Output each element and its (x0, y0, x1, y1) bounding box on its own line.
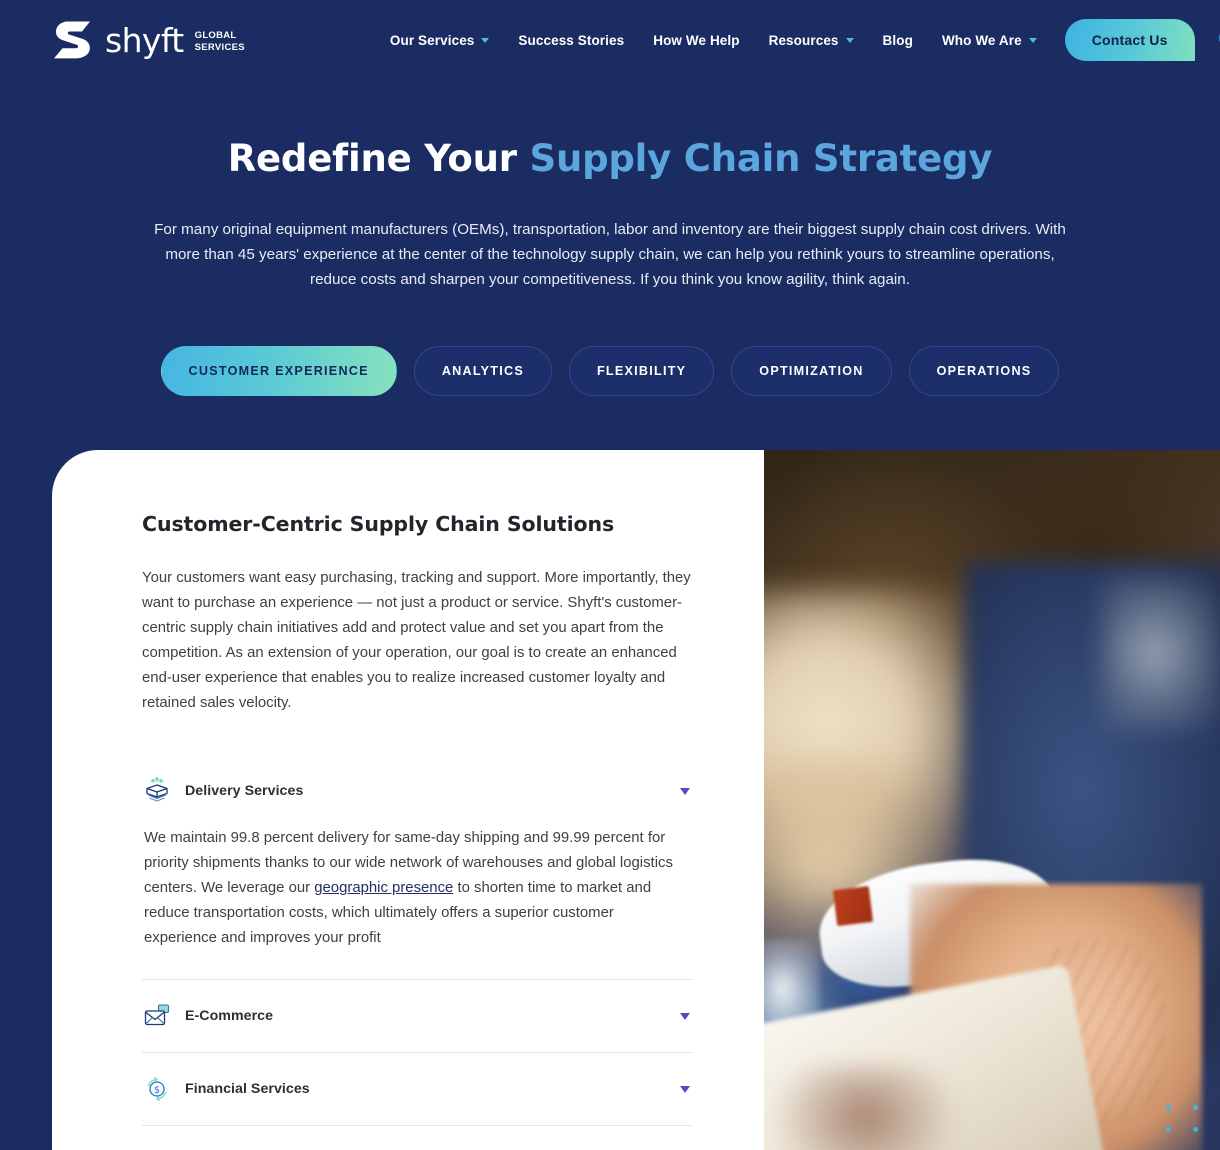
page-title-plain: Redefine Your (227, 137, 530, 180)
logo-wordmark: shyft (105, 20, 184, 60)
dot (1166, 1127, 1171, 1132)
contact-us-button[interactable]: Contact Us (1064, 19, 1195, 61)
content-panel: Customer-Centric Supply Chain Solutions … (52, 450, 1220, 1150)
accordion-item-e-commerce: E-Commerce (142, 980, 692, 1054)
logo-tagline-line2: SERVICES (194, 41, 245, 53)
chevron-down-icon[interactable] (680, 1012, 690, 1020)
nav-item-resources[interactable]: Resources (769, 33, 854, 48)
decorative-dot-grid (1166, 1105, 1198, 1132)
nav-item-who-we-are[interactable]: Who We Are (942, 33, 1037, 48)
accordion-label: Delivery Services (185, 783, 304, 800)
dollar-circle-refresh-icon: $ (142, 1074, 172, 1104)
accordion-header-delivery-services[interactable]: Delivery Services (142, 763, 692, 823)
chevron-down-icon[interactable] (680, 1085, 690, 1093)
logo-link[interactable]: shyft GLOBAL SERVICES (52, 21, 245, 59)
photo-composition (764, 450, 1220, 1150)
accordion-label: Financial Services (185, 1081, 310, 1098)
geographic-presence-link[interactable]: geographic presence (314, 880, 453, 896)
panel-photo (764, 450, 1220, 1150)
accordion-body-delivery-services: We maintain 99.8 percent delivery for sa… (142, 823, 692, 979)
nav-label: Our Services (389, 32, 475, 48)
accordion-label: E-Commerce (185, 1008, 274, 1025)
page-title-accent: Supply Chain Strategy (529, 137, 993, 180)
panel-title: Customer-Centric Supply Chain Solutions (142, 512, 615, 536)
site-header: shyft GLOBAL SERVICES Our Services Succe… (0, 0, 1220, 80)
scanner-red-window (832, 885, 874, 926)
nav-item-blog[interactable]: Blog (883, 33, 913, 48)
photo-package-shadow (773, 1066, 956, 1150)
chevron-down-icon (481, 37, 490, 43)
search-icon[interactable] (1217, 22, 1220, 58)
shyft-logo-icon (52, 21, 94, 59)
nav-label: Blog (882, 32, 913, 48)
chevron-down-icon (1028, 37, 1037, 43)
nav-item-success-stories[interactable]: Success Stories (518, 33, 624, 48)
services-accordion: Delivery Services We maintain 99.8 perce… (142, 763, 692, 1150)
dot (1166, 1105, 1171, 1110)
tab-customer-experience[interactable]: CUSTOMER EXPERIENCE (160, 345, 397, 396)
panel-text-column: Customer-Centric Supply Chain Solutions … (52, 450, 764, 1150)
logo-tagline: GLOBAL SERVICES (195, 27, 245, 52)
page-title: Redefine Your Supply Chain Strategy (0, 137, 1220, 180)
tab-analytics[interactable]: ANALYTICS (413, 345, 552, 396)
category-tabs: CUSTOMER EXPERIENCE ANALYTICS FLEXIBILIT… (0, 345, 1220, 396)
nav-label: Success Stories (518, 32, 625, 48)
accordion-header-order-tracking[interactable]: Order Tracking and Customer Support (142, 1126, 692, 1150)
tab-optimization[interactable]: OPTIMIZATION (731, 345, 892, 396)
nav-item-how-we-help[interactable]: How We Help (653, 33, 739, 48)
logo-tagline-line1: GLOBAL (194, 30, 237, 42)
nav-label: Resources (768, 32, 839, 48)
open-box-arrows-icon (142, 776, 172, 806)
envelope-notification-icon (142, 1001, 172, 1031)
nav-label: How We Help (653, 32, 740, 48)
hero-section: Redefine Your Supply Chain Strategy For … (0, 80, 1220, 293)
svg-text:$: $ (154, 1085, 160, 1096)
accordion-header-financial-services[interactable]: $ Financial Services (142, 1053, 692, 1125)
tab-operations[interactable]: OPERATIONS (908, 345, 1060, 396)
accordion-item-financial-services: $ Financial Services (142, 1053, 692, 1127)
accordion-item-order-tracking: Order Tracking and Customer Support (142, 1126, 692, 1150)
panel-intro-text: Your customers want easy purchasing, tra… (142, 570, 691, 712)
accordion-header-e-commerce[interactable]: E-Commerce (142, 980, 692, 1052)
nav-label: Who We Are (941, 32, 1022, 48)
main-navigation: Our Services Success Stories How We Help… (390, 33, 1037, 48)
accordion-item-delivery-services: Delivery Services We maintain 99.8 perce… (142, 763, 692, 981)
chevron-down-icon (845, 37, 854, 43)
dot (1193, 1105, 1198, 1110)
chevron-down-icon[interactable] (680, 787, 690, 795)
hero-description: For many original equipment manufacturer… (154, 221, 1066, 288)
nav-item-our-services[interactable]: Our Services (390, 33, 490, 48)
photo-shoulder-highlight (1101, 576, 1220, 730)
tab-flexibility[interactable]: FLEXIBILITY (568, 345, 715, 396)
dot (1193, 1127, 1198, 1132)
